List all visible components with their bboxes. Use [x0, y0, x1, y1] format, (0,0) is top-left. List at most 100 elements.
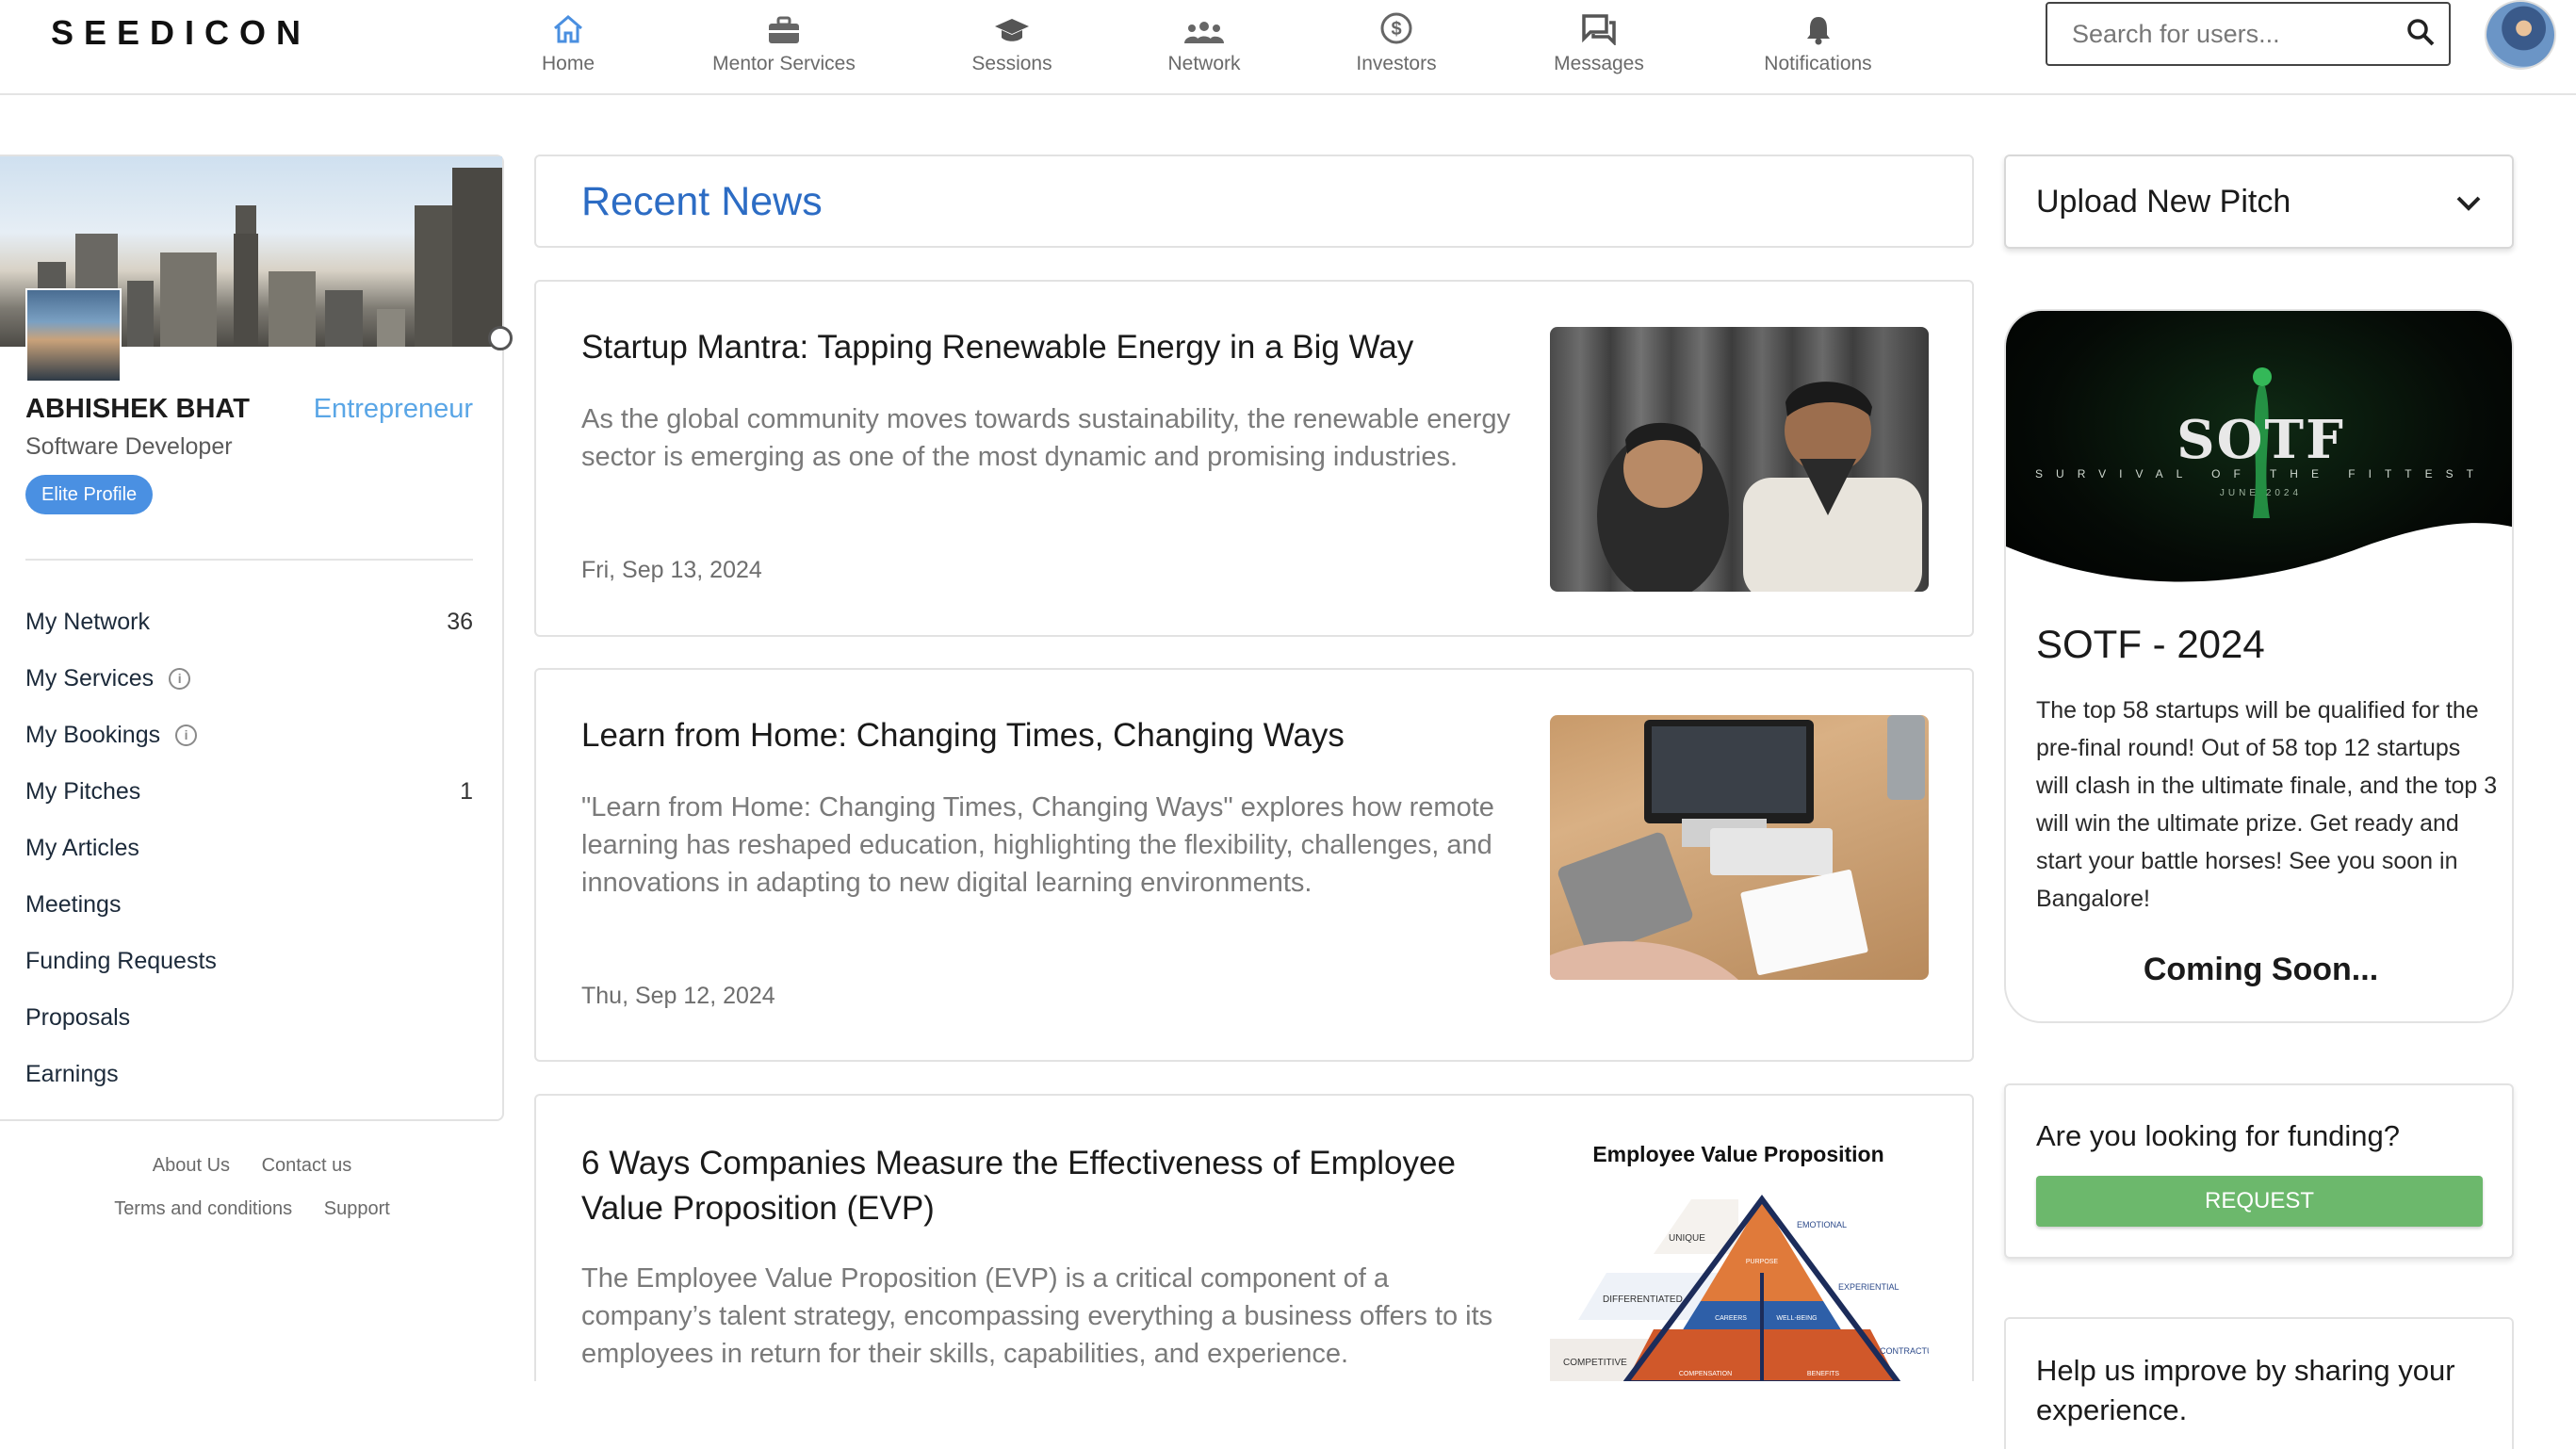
evp-cell: BENEFITS [1807, 1371, 1840, 1377]
profile-title: Software Developer [25, 433, 233, 460]
sotf-heading: SOTF - 2024 [2036, 622, 2265, 666]
footer-links-row-1: About Us Contact us [0, 1155, 504, 1177]
menu-my-services[interactable]: My Services i [25, 659, 473, 697]
sotf-coming-soon: Coming Soon... [2143, 952, 2379, 987]
nav-network[interactable]: Network [1157, 0, 1251, 94]
menu-my-articles[interactable]: My Articles [25, 829, 473, 867]
nav-investors[interactable]: $ Investors [1349, 0, 1443, 94]
evp-title: Employee Value Proposition [1592, 1142, 1883, 1166]
sotf-banner-date: JUNE 2024 [2219, 488, 2303, 498]
news-card[interactable]: 6 Ways Companies Measure the Effectivene… [534, 1094, 1974, 1381]
news-description: "Learn from Home: Changing Times, Changi… [581, 792, 1494, 898]
chevron-down-icon [2455, 184, 2482, 220]
info-icon[interactable]: i [169, 667, 191, 690]
graduation-cap-icon [993, 0, 1031, 45]
menu-label: My Services [25, 664, 155, 692]
people-icon [1183, 0, 1225, 45]
sotf-description: The top 58 startups will be qualified fo… [2036, 697, 2498, 912]
menu-label: Funding Requests [25, 947, 217, 974]
news-description: As the global community moves towards su… [581, 404, 1510, 472]
funding-card: Are you looking for funding? REQUEST [2004, 1083, 2514, 1259]
news-image-evp[interactable]: Employee Value Proposition UNIQUE DIFFER… [1550, 1141, 1929, 1381]
recent-news-header: Recent News [534, 155, 1974, 248]
support-link[interactable]: Support [324, 1198, 390, 1219]
menu-earnings[interactable]: Earnings [25, 1055, 473, 1093]
evp-cell: PURPOSE [1746, 1259, 1779, 1265]
nav-messages[interactable]: Messages [1542, 0, 1655, 94]
elite-profile-badge[interactable]: Elite Profile [25, 475, 154, 514]
bell-icon [1804, 0, 1833, 45]
chat-icon [1581, 0, 1617, 45]
menu-label: Proposals [25, 1003, 131, 1031]
news-title[interactable]: Startup Mantra: Tapping Renewable Energy… [581, 325, 1524, 370]
menu-label: My Network [25, 608, 150, 635]
menu-label: My Articles [25, 834, 139, 861]
user-avatar[interactable] [2485, 0, 2556, 70]
nav-home-label: Home [541, 53, 595, 74]
news-date: Fri, Sep 13, 2024 [581, 557, 762, 583]
footer-links-row-2: Terms and conditions Support [0, 1198, 504, 1220]
contact-us-link[interactable]: Contact us [262, 1155, 352, 1176]
profile-picture[interactable] [25, 288, 122, 383]
news-title[interactable]: 6 Ways Companies Measure the Effectivene… [581, 1141, 1524, 1231]
sotf-banner-subtitle: SURVIVAL OF THE FITTEST [2035, 467, 2486, 480]
search-input[interactable] [2072, 19, 2405, 49]
nav-mentor-services[interactable]: Mentor Services [709, 0, 859, 94]
info-icon[interactable]: i [175, 724, 198, 746]
search-icon[interactable] [2405, 17, 2436, 52]
nav-network-label: Network [1167, 53, 1241, 74]
upload-new-pitch-dropdown[interactable]: Upload New Pitch [2004, 155, 2514, 249]
nav-messages-label: Messages [1554, 53, 1644, 74]
news-image[interactable] [1550, 327, 1929, 592]
evp-cell: COMPENSATION [1679, 1371, 1732, 1377]
news-card[interactable]: Learn from Home: Changing Times, Changin… [534, 668, 1974, 1062]
cover-edit-icon[interactable] [488, 326, 513, 350]
feedback-card[interactable]: Help us improve by sharing your experien… [2004, 1317, 2514, 1449]
menu-count: 36 [447, 608, 473, 635]
sotf-banner: SOTF SURVIVAL OF THE FITTEST JUNE 2024 [2006, 311, 2512, 594]
news-date: Thu, Sep 12, 2024 [581, 983, 775, 1009]
menu-my-pitches[interactable]: My Pitches 1 [25, 773, 473, 810]
menu-label: My Pitches [25, 777, 141, 805]
nav-notifications[interactable]: Notifications [1750, 0, 1886, 94]
nav-mentor-services-label: Mentor Services [712, 53, 856, 74]
evp-label: UNIQUE [1669, 1233, 1705, 1244]
recent-news-title: Recent News [581, 179, 823, 224]
profile-sidebar: ABHISHEK BHAT Entrepreneur Software Deve… [0, 155, 513, 1121]
request-button[interactable]: REQUEST [2036, 1176, 2483, 1227]
nav-sessions-label: Sessions [971, 53, 1052, 74]
feedback-text: Help us improve by sharing your experien… [2036, 1354, 2455, 1426]
terms-link[interactable]: Terms and conditions [114, 1198, 292, 1219]
briefcase-icon [767, 0, 801, 45]
seedicon-logo[interactable]: SEEDICON [51, 13, 311, 53]
evp-label: DIFFERENTIATED [1603, 1294, 1683, 1305]
sotf-banner-logo: SOTF [2177, 409, 2345, 471]
news-title[interactable]: Learn from Home: Changing Times, Changin… [581, 713, 1524, 758]
news-description: The Employee Value Proposition (EVP) is … [581, 1263, 1493, 1369]
menu-my-network[interactable]: My Network 36 [25, 603, 473, 641]
menu-proposals[interactable]: Proposals [25, 999, 473, 1036]
nav-home[interactable]: Home [540, 0, 596, 94]
evp-cell: CAREERS [1715, 1315, 1747, 1322]
menu-meetings[interactable]: Meetings [25, 886, 473, 923]
dollar-icon: $ [1379, 0, 1413, 45]
evp-label: EMOTIONAL [1797, 1220, 1847, 1229]
news-image[interactable] [1550, 715, 1929, 980]
sotf-event-card[interactable]: SOTF SURVIVAL OF THE FITTEST JUNE 2024 S… [2004, 309, 2514, 1023]
nav-sessions[interactable]: Sessions [965, 0, 1059, 94]
news-card[interactable]: Startup Mantra: Tapping Renewable Energy… [534, 280, 1974, 637]
menu-label: Earnings [25, 1060, 119, 1087]
home-icon [551, 0, 585, 45]
menu-count: 1 [460, 777, 473, 805]
search-box[interactable] [2046, 2, 2451, 66]
funding-question: Are you looking for funding? [2036, 1119, 2401, 1152]
menu-label: My Bookings [25, 721, 161, 748]
menu-my-bookings[interactable]: My Bookings i [25, 716, 473, 754]
menu-funding-requests[interactable]: Funding Requests [25, 942, 473, 980]
profile-role: Entrepreneur [313, 394, 473, 424]
evp-label: EXPERIENTIAL [1838, 1282, 1899, 1292]
about-us-link[interactable]: About Us [153, 1155, 230, 1176]
menu-label: Meetings [25, 890, 122, 918]
upload-pitch-label: Upload New Pitch [2036, 183, 2291, 220]
profile-divider [25, 559, 473, 561]
